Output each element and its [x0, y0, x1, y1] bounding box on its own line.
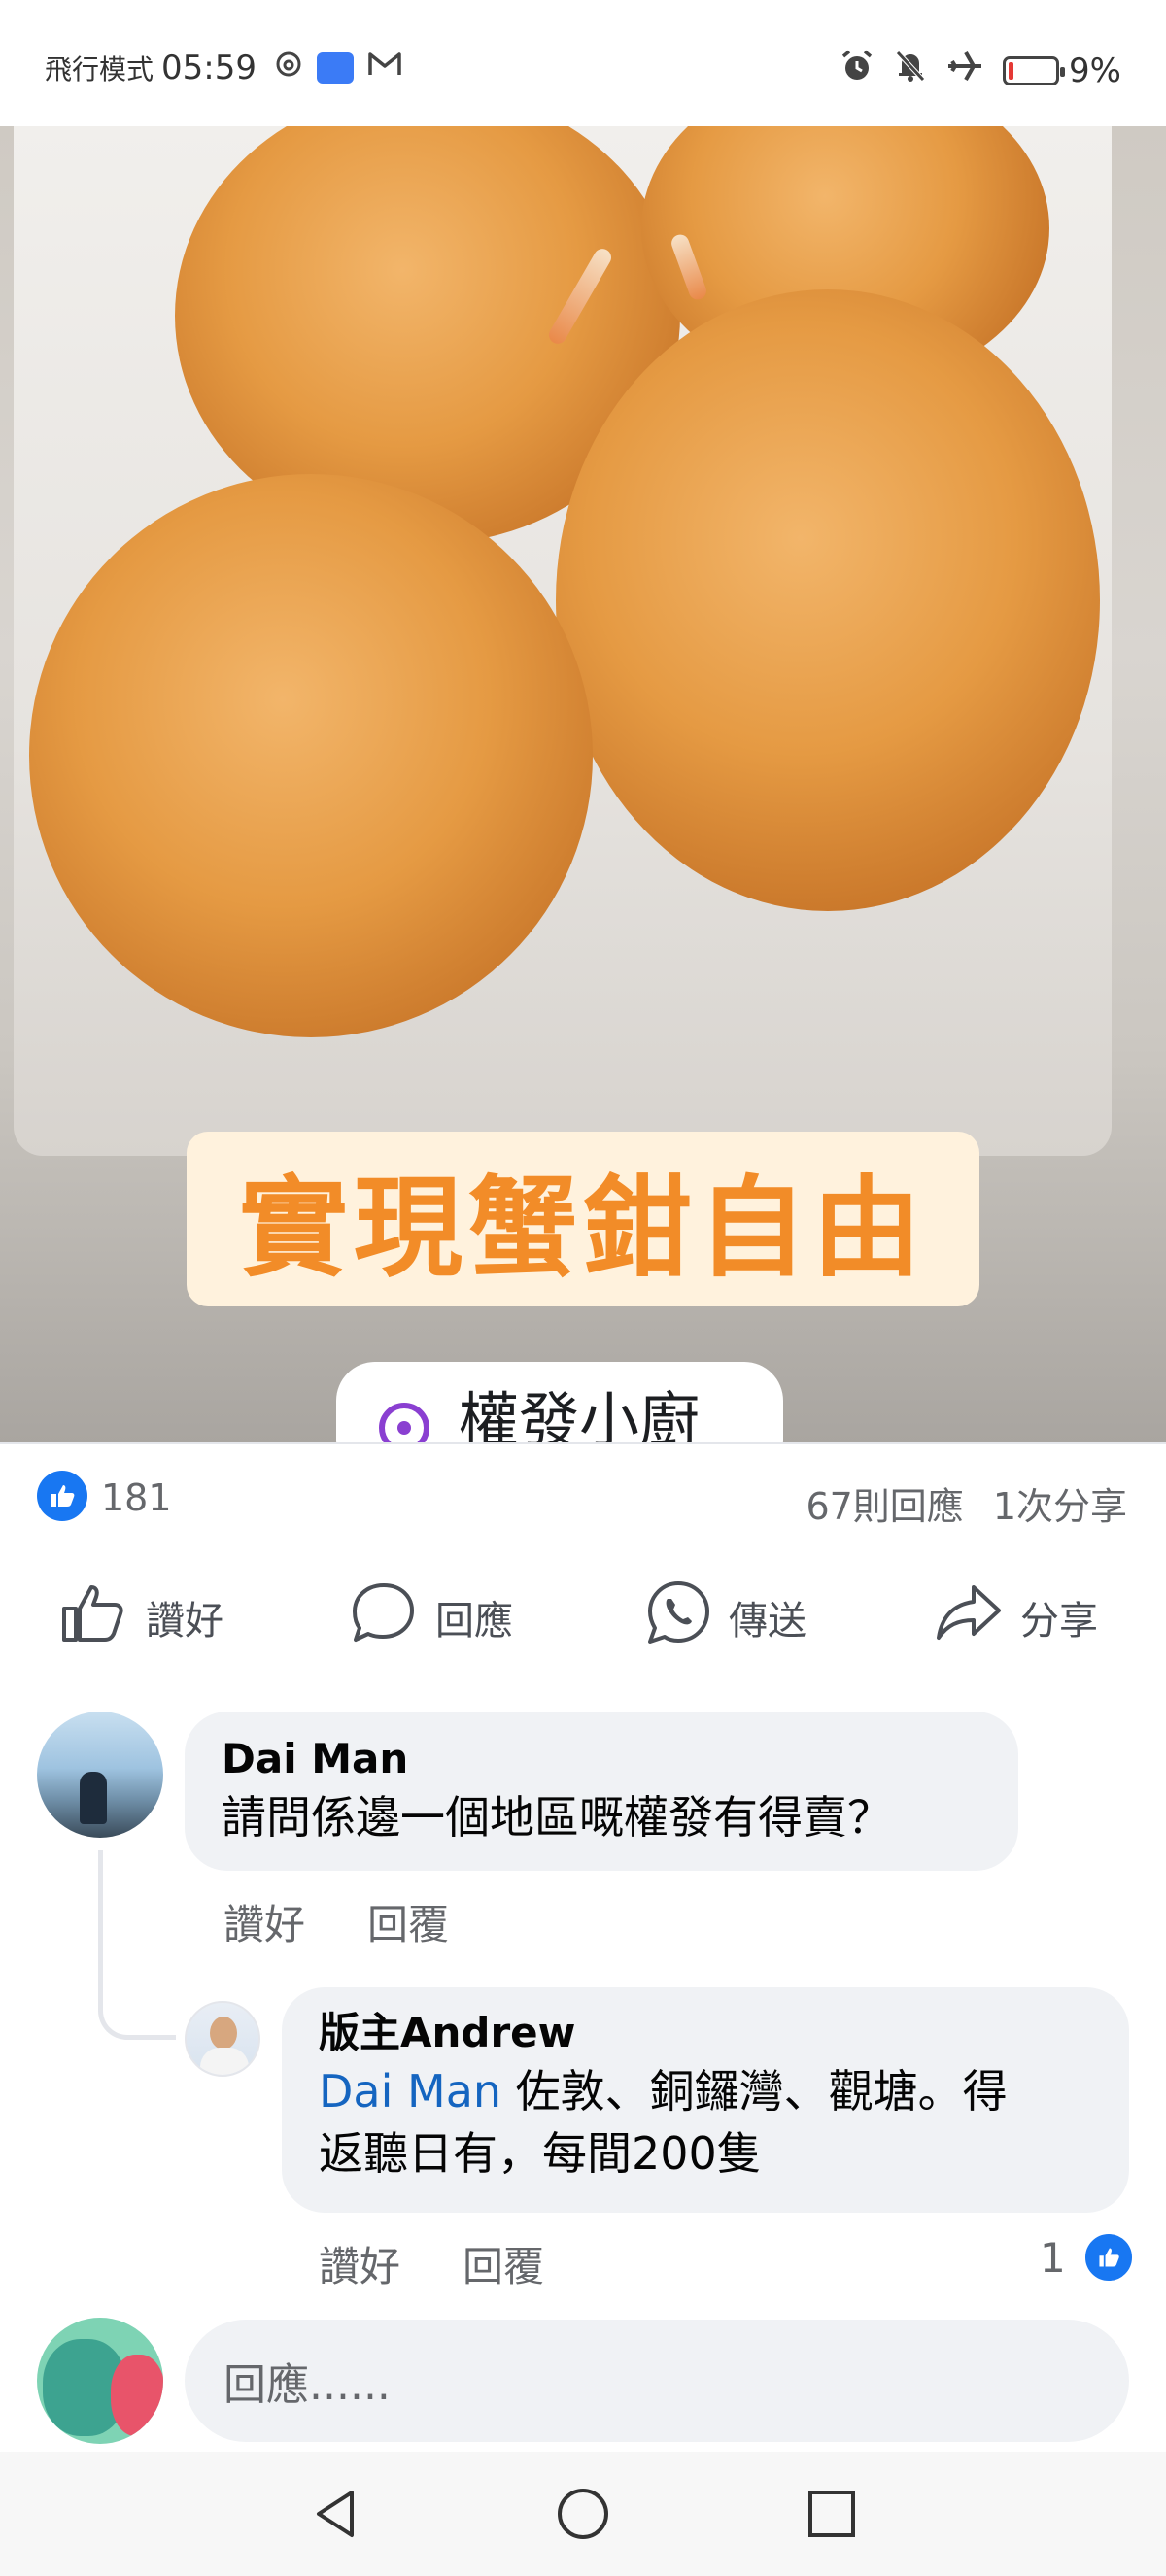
avatar-bear: [111, 2355, 163, 2436]
image-caption-text: 實現蟹鉗自由: [239, 1166, 927, 1292]
reply-like-number: 1: [1040, 2233, 1066, 2282]
reply-text-line2: 返聽日有，每間200隻: [319, 2126, 762, 2180]
status-bar: 飛行模式 05:59 9%: [0, 0, 1166, 126]
status-right: 9%: [840, 49, 1121, 92]
comment-actions: 讚好 回覆: [223, 1892, 511, 1951]
avatar-figure: [80, 1772, 107, 1824]
back-icon[interactable]: [307, 2485, 365, 2543]
reply-text-line1: 佐敦、銅鑼灣、觀塘。得: [501, 2064, 1008, 2118]
send-button-label: 傳送: [729, 1599, 806, 1644]
recents-icon[interactable]: [803, 2485, 861, 2543]
comment-bubble-icon: [350, 1581, 435, 1653]
engagement-counts: 67則回應 1次分享: [776, 1476, 1127, 1530]
alarm-icon: [840, 49, 874, 92]
comment-button-label: 回應: [435, 1599, 513, 1644]
honor-icon: [317, 52, 354, 84]
share-button[interactable]: 分享: [935, 1574, 1098, 1661]
mention-link[interactable]: Dai Man: [319, 2065, 501, 2118]
flight-mode-label: 飛行模式: [45, 53, 154, 85]
comment-input-placeholder: 回應......: [223, 2360, 391, 2410]
like-reaction-icon: [37, 1471, 87, 1521]
comment-input[interactable]: 回應......: [185, 2320, 1129, 2442]
battery-icon: [1003, 55, 1066, 85]
reply-like-count[interactable]: 1: [1040, 2230, 1136, 2285]
reply-like-button[interactable]: 讚好: [319, 2243, 400, 2290]
threads-icon: [274, 50, 303, 86]
share-arrow-icon: [935, 1581, 1020, 1653]
avatar[interactable]: [185, 2001, 260, 2077]
location-label: 權發小廚: [459, 1385, 701, 1443]
crab-claw-ball: [29, 474, 593, 1037]
avatar-face: [210, 2017, 237, 2050]
comment-like-button[interactable]: 讚好: [223, 1901, 305, 1949]
reply-actions: 讚好 回覆: [319, 2234, 606, 2293]
comment-bubble[interactable]: Dai Man 請問係邊一個地區嘅權發有得賣？: [185, 1712, 1018, 1871]
like-reaction-icon: [1080, 2230, 1136, 2285]
image-caption: 實現蟹鉗自由: [187, 1132, 979, 1306]
reply-bubble[interactable]: 版主Andrew Dai Man 佐敦、銅鑼灣、觀塘。得返聽日有，每間200隻: [282, 1987, 1129, 2213]
shares-count[interactable]: 1次分享: [993, 1485, 1127, 1528]
comment-reply-button[interactable]: 回覆: [367, 1901, 449, 1949]
comment-text: 請問係邊一個地區嘅權發有得賣？: [222, 1790, 892, 1844]
like-button-label: 讚好: [146, 1599, 223, 1644]
battery-level: 9%: [1069, 51, 1121, 90]
reactions-summary[interactable]: 181 67則回應 1次分享: [0, 1457, 1166, 1535]
home-icon[interactable]: [554, 2485, 612, 2543]
status-left: 飛行模式 05:59: [45, 49, 416, 87]
airplane-icon: [946, 49, 983, 92]
thumbs-up-icon: [60, 1581, 146, 1653]
comment-author[interactable]: Dai Man: [222, 1733, 981, 1786]
thread-connector: [98, 1850, 176, 2040]
mute-icon: [894, 49, 927, 92]
share-button-label: 分享: [1020, 1599, 1098, 1644]
whatsapp-icon: [645, 1579, 729, 1655]
clock: 05:59: [161, 49, 257, 87]
reply-author[interactable]: 版主Andrew: [319, 2007, 1092, 2060]
location-tag[interactable]: 權發小廚: [336, 1362, 783, 1442]
divider: [0, 1442, 1166, 1444]
reply-text: Dai Man 佐敦、銅鑼灣、觀塘。得返聽日有，每間200隻: [319, 2060, 1092, 2186]
comment-button[interactable]: 回應: [350, 1574, 513, 1661]
gmail-icon: [367, 51, 402, 85]
like-button[interactable]: 讚好: [60, 1574, 223, 1661]
reply-reply-button[interactable]: 回覆: [463, 2243, 544, 2290]
avatar-shirt: [200, 2048, 249, 2075]
post-photo[interactable]: 實現蟹鉗自由 權發小廚: [0, 126, 1166, 1442]
comments-count[interactable]: 67則回應: [806, 1485, 963, 1528]
location-pin-icon: [379, 1403, 429, 1442]
send-button[interactable]: 傳送: [645, 1574, 806, 1661]
avatar[interactable]: [37, 1712, 163, 1838]
post-action-bar: 讚好 回應 傳送 分享: [0, 1574, 1166, 1661]
crab-claw-ball: [556, 289, 1100, 911]
system-nav-bar: [0, 2452, 1166, 2576]
current-user-avatar[interactable]: [37, 2318, 163, 2444]
like-count[interactable]: 181: [101, 1476, 172, 1519]
